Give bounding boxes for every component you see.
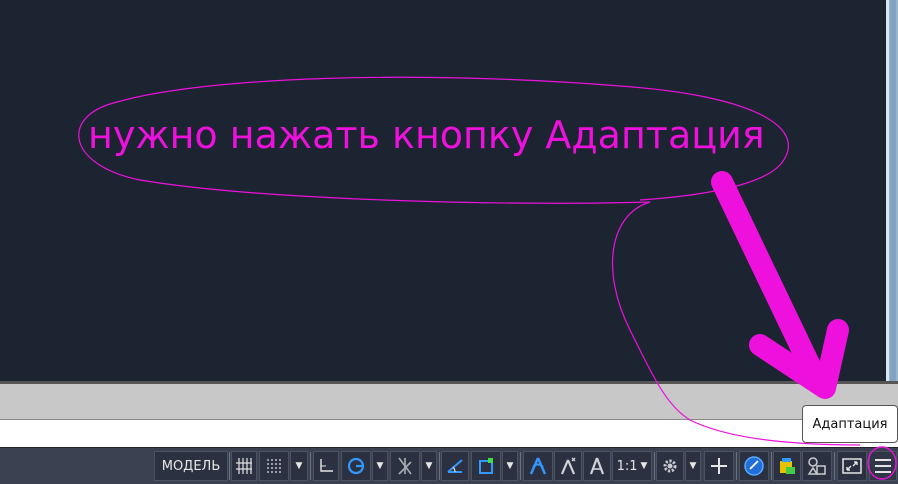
gear-icon [663,459,677,473]
isolate-objects-button[interactable] [802,451,832,481]
snap-dropdown-button[interactable]: ▼ [290,451,308,481]
grid-toggle-button[interactable] [231,451,257,481]
divider [654,452,655,480]
auto-scale-icon [560,457,576,475]
isodraft-button[interactable] [390,451,420,481]
model-label: МОДЕЛЬ [161,458,221,474]
polar-tracking-button[interactable] [341,451,371,481]
fullscreen-icon [842,458,862,474]
drawing-viewport[interactable] [0,0,898,381]
isodraft-icon [398,457,412,475]
object-snap-tracking-button[interactable] [441,451,469,481]
annotation-scale-icon-button[interactable] [583,451,611,481]
polar-dropdown-button[interactable]: ▼ [372,451,388,481]
isodraft-dropdown-button[interactable]: ▼ [421,451,437,481]
quick-properties-icon [780,458,795,474]
ortho-mode-button[interactable] [313,451,339,481]
chevron-down-icon: ▼ [506,461,514,471]
scale-label: 1:1 [616,458,638,474]
divider [834,452,835,480]
object-snap-dropdown-button[interactable]: ▼ [502,451,518,481]
model-space-button[interactable]: МОДЕЛЬ [154,451,228,481]
vertical-scrollbar[interactable] [886,0,898,381]
grid-icon [236,458,252,474]
object-snap-icon [479,458,493,474]
workspace-dropdown-button[interactable]: ▼ [685,451,701,481]
divider [520,452,521,480]
divider [310,452,311,480]
snap-mode-button[interactable] [259,451,289,481]
divider [229,452,230,480]
plus-icon [711,458,727,474]
divider [439,452,440,480]
ortho-icon [320,459,333,472]
clean-screen-button[interactable] [837,451,867,481]
chevron-down-icon: ▼ [640,461,648,471]
units-icon [744,456,764,476]
tooltip: Адаптация [802,405,898,443]
customization-button[interactable] [869,451,897,481]
command-history [0,384,898,420]
chevron-down-icon: ▼ [376,461,384,471]
hamburger-menu-icon [875,459,891,473]
annotation-monitor-button[interactable] [704,451,734,481]
quick-properties-button[interactable] [773,451,801,481]
polar-tracking-icon [347,457,365,475]
workspace-switch-button[interactable] [656,451,684,481]
annotation-scale-icon [589,457,605,475]
chevron-down-icon: ▼ [689,461,697,471]
annotation-visibility-button[interactable] [523,451,553,481]
tooltip-text: Адаптация [812,416,888,432]
status-bar: МОДЕЛЬ ▼ ▼ ▼ ▼ 1:1 ▼ ▼ [0,447,898,484]
command-input[interactable] [0,420,898,447]
units-button[interactable] [739,451,769,481]
snap-grid-icon [267,459,281,473]
isolate-objects-icon [807,457,826,475]
auto-scale-button[interactable] [554,451,582,481]
annotation-text: нужно нажать кнопку Адаптация [88,113,765,157]
divider [771,452,772,480]
annotation-visibility-icon [529,457,547,475]
snap-tracking-icon [447,459,463,473]
chevron-down-icon: ▼ [295,461,303,471]
annotation-scale-dropdown[interactable]: 1:1 ▼ [612,451,652,481]
chevron-down-icon: ▼ [425,461,433,471]
object-snap-button[interactable] [471,451,501,481]
scrollbar-thumb[interactable] [890,0,896,381]
divider [736,452,737,480]
